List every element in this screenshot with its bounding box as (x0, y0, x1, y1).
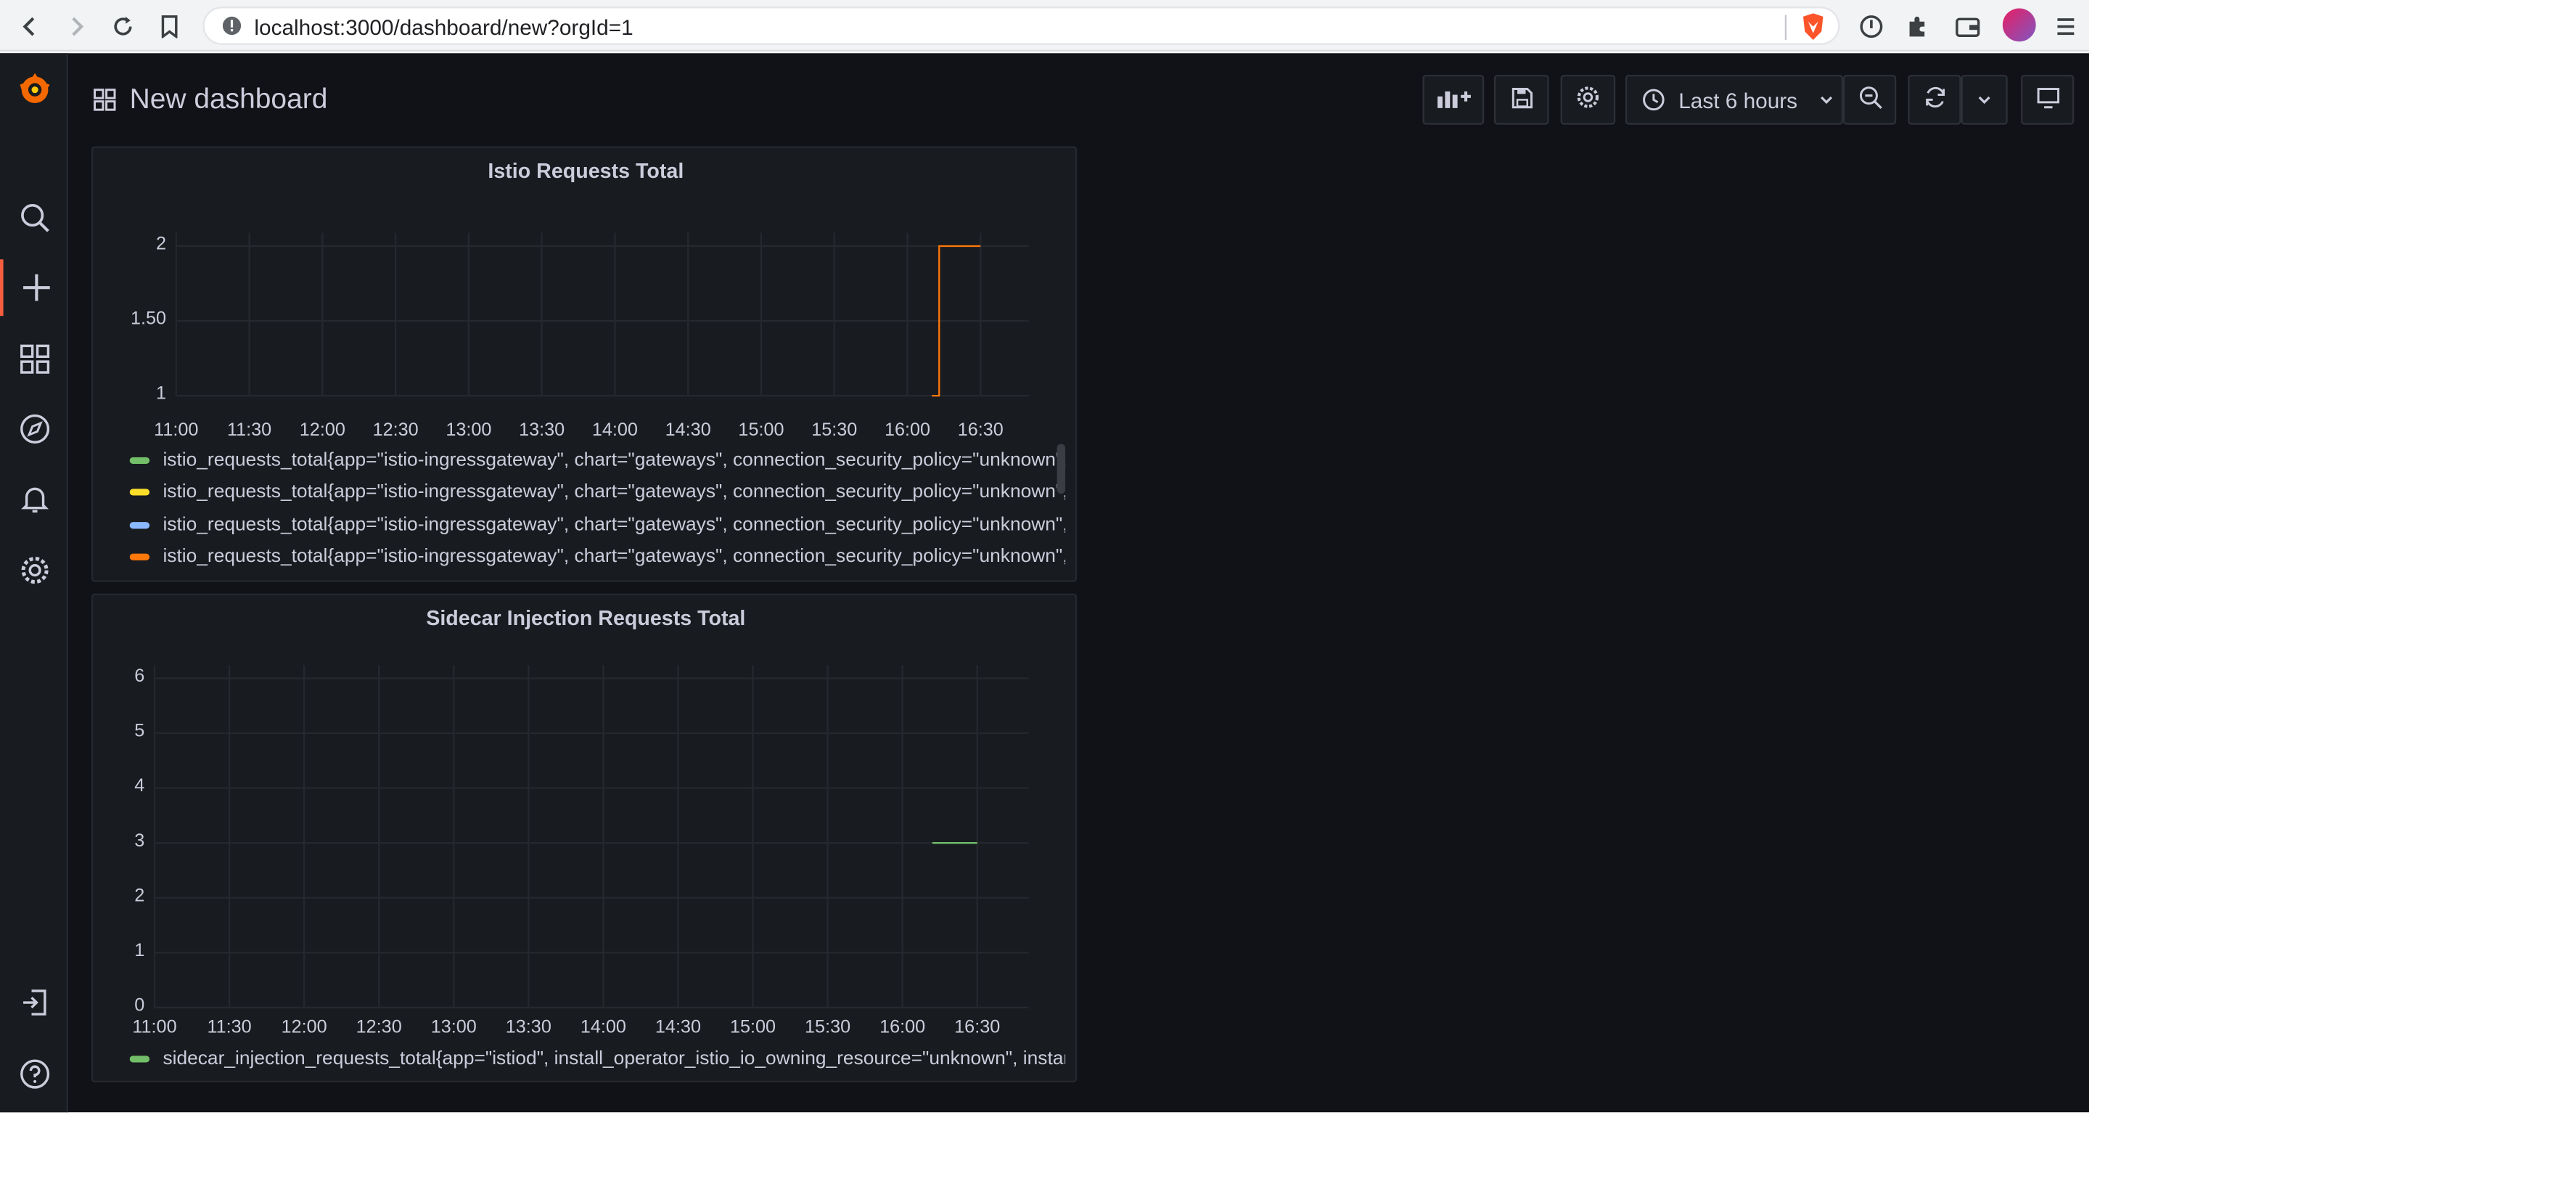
explore-compass-icon[interactable] (0, 401, 68, 457)
monitor-icon (2035, 86, 2059, 114)
back-icon[interactable] (13, 10, 46, 44)
chevron-down-icon (1976, 87, 1993, 112)
x-tick-label: 12:00 (299, 420, 345, 441)
browser-menu-icon[interactable] (2049, 10, 2083, 44)
x-tick-label: 12:30 (356, 1017, 402, 1038)
alerting-bell-icon[interactable] (0, 470, 68, 527)
x-tick-label: 13:30 (505, 1017, 551, 1038)
configuration-gear-icon[interactable] (0, 542, 68, 599)
grafana-logo-icon[interactable] (0, 62, 68, 118)
forward-icon[interactable] (60, 10, 93, 44)
save-icon (1510, 86, 1533, 114)
legend-color-swatch (129, 553, 150, 560)
y-tick-label: 2 (134, 886, 145, 907)
y-tick-label: 6 (134, 666, 145, 687)
legend-label: sidecar_injection_requests_total{app="is… (163, 1049, 1066, 1069)
create-icon[interactable] (0, 259, 68, 317)
clock-icon (1642, 88, 1665, 111)
chevron-down-icon (1818, 91, 1834, 108)
view-mode-button[interactable] (2021, 75, 2075, 125)
x-tick-label: 11:30 (207, 1017, 252, 1038)
legend-label: istio_requests_total{app="istio-ingressg… (163, 515, 1066, 535)
time-range-picker[interactable]: Last 6 hours (1625, 75, 1843, 125)
dashboard-title[interactable]: New dashboard (130, 83, 328, 117)
legend-color-swatch (129, 521, 150, 528)
add-panel-button[interactable] (1422, 75, 1485, 125)
site-info-icon[interactable] (221, 15, 243, 45)
time-range-label: Last 6 hours (1678, 87, 1798, 113)
refresh-icon (1922, 85, 1947, 115)
zoom-out-button[interactable] (1842, 75, 1897, 125)
x-tick-label: 15:30 (811, 420, 858, 441)
side-navigation (0, 53, 68, 1113)
legend-label: istio_requests_total{app="istio-ingressg… (163, 482, 1066, 503)
x-tick-label: 16:00 (879, 1017, 926, 1038)
panel-sidecar-injection-requests-total[interactable]: Sidecar Injection Requests Total 0123456… (91, 593, 1078, 1082)
y-tick-label: 1.50 (130, 309, 167, 330)
profile-avatar[interactable] (2002, 8, 2036, 42)
x-tick-label: 13:00 (446, 420, 492, 441)
x-tick-label: 12:30 (372, 420, 419, 441)
zoom-out-icon (1857, 85, 1882, 115)
y-tick-label: 4 (134, 776, 145, 797)
help-icon[interactable] (0, 1046, 68, 1103)
y-tick-label: 1 (156, 384, 167, 404)
address-bar[interactable]: localhost:3000/dashboard/new?orgId=1 (202, 7, 1840, 45)
x-tick-label: 13:00 (430, 1017, 477, 1038)
legend-color-swatch (129, 1056, 150, 1063)
x-tick-label: 15:30 (805, 1017, 851, 1038)
legend-scrollbar[interactable] (1057, 444, 1066, 494)
dashboard-settings-button[interactable] (1560, 75, 1616, 125)
search-icon[interactable] (0, 189, 68, 246)
x-tick-label: 15:00 (729, 1017, 776, 1038)
reload-icon[interactable] (107, 10, 140, 44)
refresh-button[interactable] (1908, 75, 1961, 125)
x-tick-label: 11:00 (132, 1017, 177, 1038)
browser-toolbar: localhost:3000/dashboard/new?orgId=1 (0, 0, 2089, 52)
x-tick-label: 13:30 (519, 420, 565, 441)
x-tick-label: 14:30 (665, 420, 711, 441)
x-tick-label: 14:00 (591, 420, 638, 441)
address-divider (1784, 15, 1787, 40)
dashboard-grid-icon (93, 88, 116, 120)
url-text: localhost:3000/dashboard/new?orgId=1 (254, 15, 633, 40)
x-tick-label: 16:30 (954, 1017, 1001, 1038)
x-tick-label: 11:00 (154, 420, 199, 441)
wallet-icon[interactable] (1951, 10, 1985, 44)
x-tick-label: 14:00 (580, 1017, 626, 1038)
x-tick-label: 16:30 (957, 420, 1004, 441)
legend-label: istio_requests_total{app="istio-ingressg… (163, 547, 1066, 567)
sign-in-icon[interactable] (0, 974, 68, 1031)
y-tick-label: 0 (134, 995, 145, 1016)
legend-color-swatch (129, 457, 150, 464)
x-tick-label: 12:00 (281, 1017, 327, 1038)
legend-item[interactable]: istio_requests_total{app="istio-ingressg… (129, 544, 1066, 571)
x-tick-label: 14:30 (655, 1017, 701, 1038)
y-tick-label: 2 (156, 234, 167, 255)
brave-shields-icon[interactable] (1800, 12, 1826, 50)
x-tick-label: 11:30 (226, 420, 272, 441)
x-tick-label: 16:00 (884, 420, 931, 441)
save-dashboard-button[interactable] (1493, 75, 1549, 125)
x-tick-label: 15:00 (738, 420, 784, 441)
legend-item[interactable]: istio_requests_total{app="istio-ingressg… (129, 447, 1066, 474)
legend-color-swatch (129, 489, 150, 497)
settings-gear-icon (1575, 85, 1600, 115)
add-panel-icon (1435, 86, 1472, 114)
legend-item[interactable]: sidecar_injection_requests_total{app="is… (129, 1046, 1066, 1073)
sidecar-injection-chart (153, 665, 1029, 1009)
legend-item[interactable]: istio_requests_total{app="istio-ingressg… (129, 479, 1066, 506)
y-tick-label: 3 (134, 831, 145, 852)
y-tick-label: 5 (134, 721, 145, 742)
password-manager-icon[interactable] (1855, 10, 1888, 44)
y-tick-label: 1 (134, 941, 145, 961)
legend-item[interactable]: istio_requests_total{app="istio-ingressg… (129, 511, 1066, 538)
extensions-icon[interactable] (1901, 10, 1935, 44)
refresh-interval-dropdown[interactable] (1961, 75, 2008, 125)
panel-istio-requests-total[interactable]: Istio Requests Total 1 1.50 2 11:00 11:30 12… (91, 146, 1078, 582)
grafana-app: New dashboard Last 6 hours Istio Request… (0, 53, 2089, 1113)
dashboards-icon[interactable] (0, 331, 68, 388)
bookmark-icon[interactable] (153, 10, 186, 44)
legend-label: istio_requests_total{app="istio-ingressg… (163, 450, 1066, 471)
